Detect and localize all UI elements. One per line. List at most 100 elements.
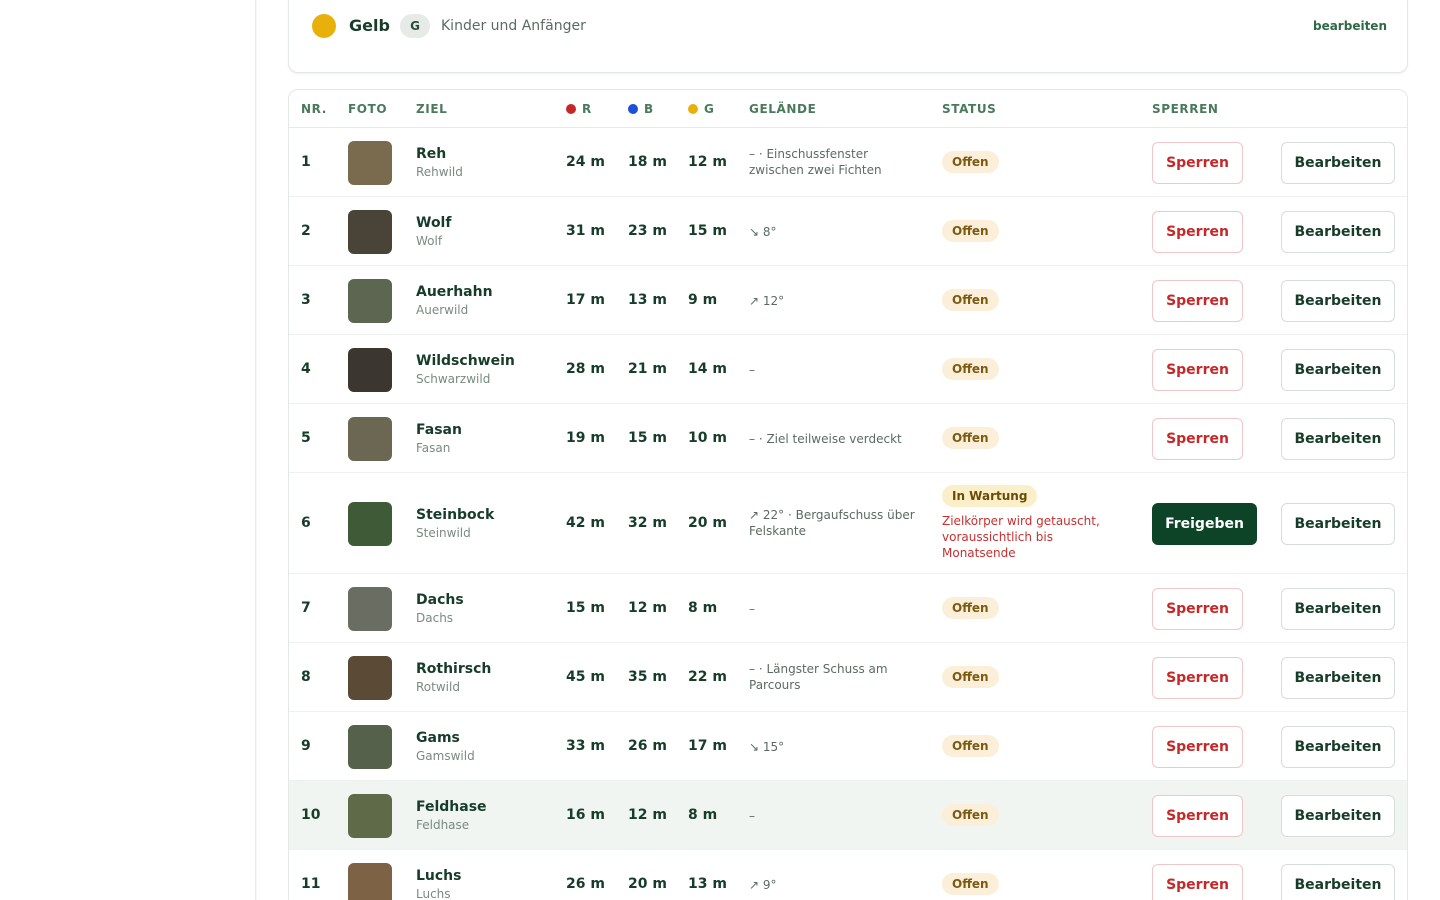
distance-blue: 26 m (628, 737, 667, 754)
status-badge: Offen (942, 426, 999, 449)
edit-button[interactable]: Bearbeiten (1281, 279, 1395, 322)
target-photo[interactable] (348, 501, 392, 546)
row-number: 7 (301, 599, 311, 616)
status-badge: Offen (942, 357, 999, 380)
status-cell: Offen (942, 665, 999, 688)
header-b: B (628, 102, 654, 116)
target-photo[interactable] (348, 724, 392, 769)
table-row: 11 Luchs Luchs 26 m 20 m 13 m ↗ 9° Offen Sperren… (289, 850, 1407, 900)
lock-button[interactable]: Sperren (1152, 587, 1243, 630)
target-name-cell: Steinbock Steinwild (416, 507, 494, 540)
target-name-cell: Wolf Wolf (416, 215, 451, 248)
status-cell: Offen (942, 596, 999, 619)
target-name: Reh (416, 145, 447, 162)
status-cell: Offen (942, 357, 999, 380)
edit-button[interactable]: Bearbeiten (1281, 656, 1395, 699)
table-row: 1 Reh Rehwild 24 m 18 m 12 m – · Einschussfens… (289, 128, 1407, 197)
edit-button[interactable]: Bearbeiten (1281, 348, 1395, 391)
distance-red: 16 m (566, 806, 605, 823)
target-photo[interactable] (348, 278, 392, 323)
status-badge: Offen (942, 150, 999, 173)
distance-yellow: 22 m (688, 668, 727, 685)
target-photo[interactable] (348, 347, 392, 392)
row-number: 4 (301, 360, 311, 377)
distance-red: 33 m (566, 737, 605, 754)
edit-button[interactable]: Bearbeiten (1281, 725, 1395, 768)
edit-button[interactable]: Bearbeiten (1281, 794, 1395, 837)
lock-button[interactable]: Sperren (1152, 141, 1243, 184)
distance-red: 24 m (566, 153, 605, 170)
status-cell: Offen (942, 288, 999, 311)
row-number: 10 (301, 806, 321, 823)
target-photo[interactable] (348, 209, 392, 254)
distance-red: 28 m (566, 360, 605, 377)
terrain-info: ↗ 12° (749, 293, 785, 308)
target-name-cell: Reh Rehwild (416, 146, 463, 179)
color-description: Kinder und Anfänger (441, 18, 586, 34)
edit-button[interactable]: Bearbeiten (1281, 417, 1395, 460)
table-row: 4 Wildschwein Schwarzwild 28 m 21 m 14 m – Offe… (289, 335, 1407, 404)
lock-button[interactable]: Sperren (1152, 656, 1243, 699)
release-button[interactable]: Freigeben (1152, 502, 1257, 545)
blue-dot-icon (628, 104, 638, 114)
terrain-info: – · Einschussfenster zwischen zwei Ficht… (749, 146, 882, 177)
target-photo[interactable] (348, 140, 392, 185)
lock-button[interactable]: Sperren (1152, 348, 1243, 391)
target-name: Gams (416, 729, 460, 746)
lock-button[interactable]: Sperren (1152, 210, 1243, 253)
distance-red: 15 m (566, 599, 605, 616)
lock-button[interactable]: Sperren (1152, 863, 1243, 900)
target-species: Feldhase (416, 817, 470, 832)
edit-button[interactable]: Bearbeiten (1281, 210, 1395, 253)
distance-yellow: 8 m (688, 806, 718, 823)
edit-button[interactable]: Bearbeiten (1281, 141, 1395, 184)
header-status: STATUS (942, 102, 997, 116)
lock-button[interactable]: Sperren (1152, 794, 1243, 837)
status-cell: Offen (942, 426, 999, 449)
target-photo[interactable] (348, 586, 392, 631)
terrain-info: – · Längster Schuss am Parcours (749, 661, 888, 692)
lock-button[interactable]: Sperren (1152, 725, 1243, 768)
distance-blue: 35 m (628, 668, 667, 685)
target-name: Rothirsch (416, 660, 492, 677)
sidebar (0, 0, 256, 900)
target-photo[interactable] (348, 793, 392, 838)
target-name: Wildschwein (416, 352, 515, 369)
edit-button[interactable]: Bearbeiten (1281, 502, 1395, 545)
distance-yellow: 15 m (688, 222, 727, 239)
distance-yellow: 9 m (688, 291, 718, 308)
target-species: Gamswild (416, 748, 475, 763)
color-letter-badge: G (400, 14, 430, 38)
header-sperren: SPERREN (1152, 102, 1219, 116)
target-name: Luchs (416, 867, 462, 884)
row-number: 6 (301, 514, 311, 531)
target-photo[interactable] (348, 655, 392, 700)
distance-yellow: 12 m (688, 153, 727, 170)
terrain-info: ↗ 9° (749, 877, 777, 892)
target-name-cell: Feldhase Feldhase (416, 799, 487, 832)
target-photo[interactable] (348, 416, 392, 461)
target-name-cell: Rothirsch Rotwild (416, 661, 491, 694)
color-name: Gelb (349, 16, 390, 35)
terrain-info: ↘ 15° (749, 739, 785, 754)
distance-blue: 32 m (628, 514, 667, 531)
status-cell: Offen (942, 150, 999, 173)
terrain-info: – (749, 362, 755, 377)
yellow-dot-icon (688, 104, 698, 114)
target-name-cell: Wildschwein Schwarzwild (416, 353, 515, 386)
edit-button[interactable]: Bearbeiten (1281, 863, 1395, 900)
row-number: 11 (301, 875, 321, 892)
status-note: Zielkörper wird getauscht, voraussichtli… (942, 514, 1100, 560)
table-row: 9 Gams Gamswild 33 m 26 m 17 m ↘ 15° Offen Sperr… (289, 712, 1407, 781)
color-group-card: Gelb G Kinder und Anfänger bearbeiten (288, 0, 1408, 73)
distance-yellow: 20 m (688, 514, 727, 531)
target-name-cell: Fasan Fasan (416, 422, 462, 455)
status-badge: Offen (942, 665, 999, 688)
lock-button[interactable]: Sperren (1152, 279, 1243, 322)
lock-button[interactable]: Sperren (1152, 417, 1243, 460)
target-name: Feldhase (416, 798, 487, 815)
target-photo[interactable] (348, 862, 392, 900)
status-cell: In Wartung Zielkörper wird getauscht, vor… (942, 485, 1117, 561)
edit-button[interactable]: Bearbeiten (1281, 587, 1395, 630)
edit-color-link[interactable]: bearbeiten (1313, 19, 1387, 33)
